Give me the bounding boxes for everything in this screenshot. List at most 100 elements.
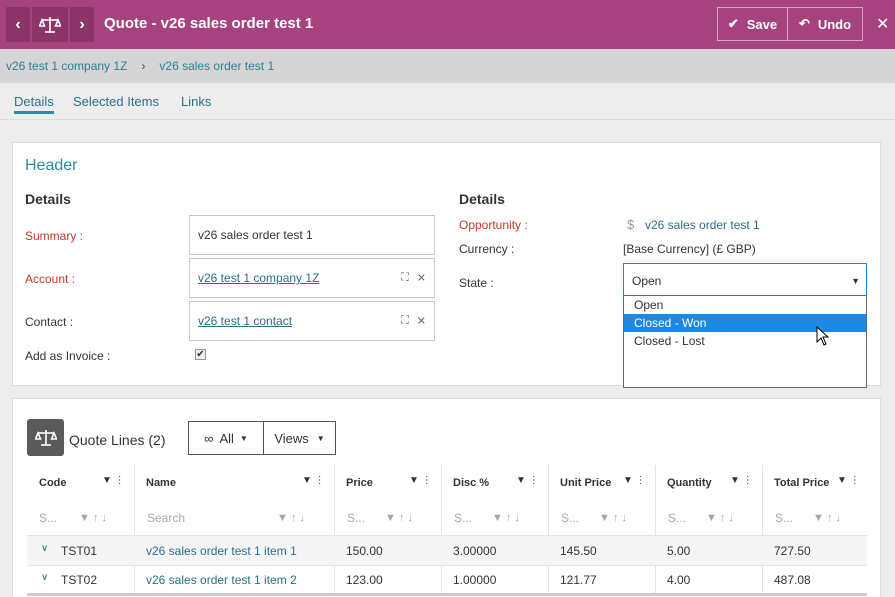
row-unit-price: 121.77 [560,573,597,587]
opportunity-link[interactable]: v26 sales order test 1 [645,218,760,232]
search-disc-input[interactable]: S... [454,511,472,525]
row-disc: 1.00000 [453,573,497,587]
filter-funnel-icon[interactable]: ▼ ⋮ [302,475,325,486]
breadcrumb-item-quote[interactable]: v26 sales order test 1 [159,59,274,73]
opportunity-label: Opportunity : [459,218,528,232]
col-header-unit-price[interactable]: Unit Price [560,477,611,489]
contact-label: Contact : [25,315,74,329]
col-header-disc[interactable]: Disc % [453,477,489,489]
tab-bar: Details Selected Items Links [0,83,895,120]
row-price: 150.00 [346,544,383,558]
row-total-price: 727.50 [774,544,811,558]
col-header-total-price[interactable]: Total Price [774,477,829,489]
chevron-right-icon: › [79,15,85,33]
undo-button[interactable]: ↶ Undo [787,7,863,41]
row-name-link[interactable]: v26 sales order test 1 item 1 [146,544,297,558]
close-icon[interactable]: ✕ [876,14,889,34]
search-total-price-input[interactable]: S... [775,511,793,525]
currency-value: [Base Currency] (£ GBP) [623,242,756,256]
filter-funnel-icon[interactable]: ▼ ⋮ [837,475,860,486]
col-header-quantity[interactable]: Quantity [667,477,712,489]
filter-funnel-icon[interactable]: ▼ ⋮ [516,475,539,486]
sort-filter-icons[interactable]: ▼ ↑ ↓ [79,510,107,524]
col-divider [548,465,549,595]
add-as-invoice-checkbox[interactable]: ✔ [195,349,206,360]
sort-filter-icons[interactable]: ▼ ↑ ↓ [813,510,841,524]
row-divider [27,565,867,566]
account-label: Account : [25,272,76,286]
quote-lines-panel: Quote Lines (2) ∞ All ▼ Views ▼ Code Name P… [12,398,881,597]
search-name-input[interactable]: Search [147,511,185,525]
row-code: TST02 [61,573,98,587]
quote-lines-icon [27,419,64,456]
forward-button[interactable]: › [70,7,94,42]
account-link[interactable]: v26 test 1 company 1Z [198,271,319,285]
col-header-name[interactable]: Name [146,477,176,489]
contact-link[interactable]: v26 test 1 contact [198,314,292,328]
undo-icon: ↶ [798,16,810,31]
summary-label: Summary : [25,229,84,243]
row-unit-price: 145.50 [560,544,597,558]
sort-filter-icons[interactable]: ▼ ↑ ↓ [706,510,734,524]
add-as-invoice-label: Add as Invoice : [25,349,111,363]
expand-icon[interactable]: ⛶ [401,315,409,328]
row-name-link[interactable]: v26 sales order test 1 item 2 [146,573,297,587]
expand-icon[interactable]: ⛶ [401,272,409,285]
views-button[interactable]: Views ▼ [264,422,335,454]
currency-label: Currency : [459,242,515,256]
search-unit-price-input[interactable]: S... [561,511,579,525]
col-divider [334,465,335,595]
sort-filter-icons[interactable]: ▼ ↑ ↓ [492,510,520,524]
expand-row-icon[interactable]: ∨ [41,572,48,583]
right-details-heading: Details [459,191,505,207]
col-header-code[interactable]: Code [39,477,67,489]
clear-icon[interactable]: ✕ [417,272,426,285]
header-title: Header [25,157,78,174]
breadcrumb: v26 test 1 company 1Z › v26 sales order … [0,49,895,83]
filter-funnel-icon[interactable]: ▼ ⋮ [623,475,646,486]
search-quantity-input[interactable]: S... [668,511,686,525]
state-dropdown-list: Open Closed - Won Closed - Lost [623,295,867,388]
contact-field[interactable]: v26 test 1 contact ⛶ ✕ [189,301,435,341]
filter-group: ∞ All ▼ Views ▼ [188,421,336,455]
row-total-price: 487.08 [774,573,811,587]
save-button[interactable]: ✔ Save [717,7,788,41]
col-divider [441,465,442,595]
clear-icon[interactable]: ✕ [417,315,426,328]
tab-links[interactable]: Links [181,94,211,109]
state-select[interactable]: Open ▼ [623,263,867,299]
header-panel: Header Details Summary : v26 sales order… [12,142,881,388]
col-divider [762,465,763,595]
row-code: TST01 [61,544,98,558]
page-title: Quote - v26 sales order test 1 [104,15,314,32]
tab-details[interactable]: Details [14,94,54,114]
row-quantity: 4.00 [667,573,691,587]
sort-filter-icons[interactable]: ▼ ↑ ↓ [599,510,627,524]
sort-filter-icons[interactable]: ▼ ↑ ↓ [277,510,305,524]
state-option-open[interactable]: Open [624,296,866,314]
sort-filter-icons[interactable]: ▼ ↑ ↓ [385,510,413,524]
top-bar: ‹ › Quote - v26 sales order test 1 ✔ Save… [0,0,895,49]
filter-funnel-icon[interactable]: ▼ ⋮ [409,475,432,486]
summary-field[interactable]: v26 sales order test 1 [189,215,435,255]
account-field[interactable]: v26 test 1 company 1Z ⛶ ✕ [189,258,435,298]
filter-all-button[interactable]: ∞ All ▼ [189,422,264,454]
chevron-left-icon: ‹ [15,15,21,33]
search-price-input[interactable]: S... [347,511,365,525]
row-disc: 3.00000 [453,544,497,558]
col-divider [655,465,656,595]
tab-selected-items[interactable]: Selected Items [73,94,159,109]
expand-row-icon[interactable]: ∨ [41,543,48,554]
row-price: 123.00 [346,573,383,587]
filter-funnel-icon[interactable]: ▼ ⋮ [730,475,753,486]
search-code-input[interactable]: S... [39,511,57,525]
quote-type-icon [32,7,68,42]
left-details-heading: Details [25,191,71,207]
check-icon: ✔ [727,16,739,31]
row-quantity: 5.00 [667,544,691,558]
filter-funnel-icon[interactable]: ▼ ⋮ [102,475,125,486]
chevron-right-icon: › [141,59,146,73]
breadcrumb-item-company[interactable]: v26 test 1 company 1Z [6,59,127,73]
col-header-price[interactable]: Price [346,477,373,489]
back-button[interactable]: ‹ [6,7,30,42]
